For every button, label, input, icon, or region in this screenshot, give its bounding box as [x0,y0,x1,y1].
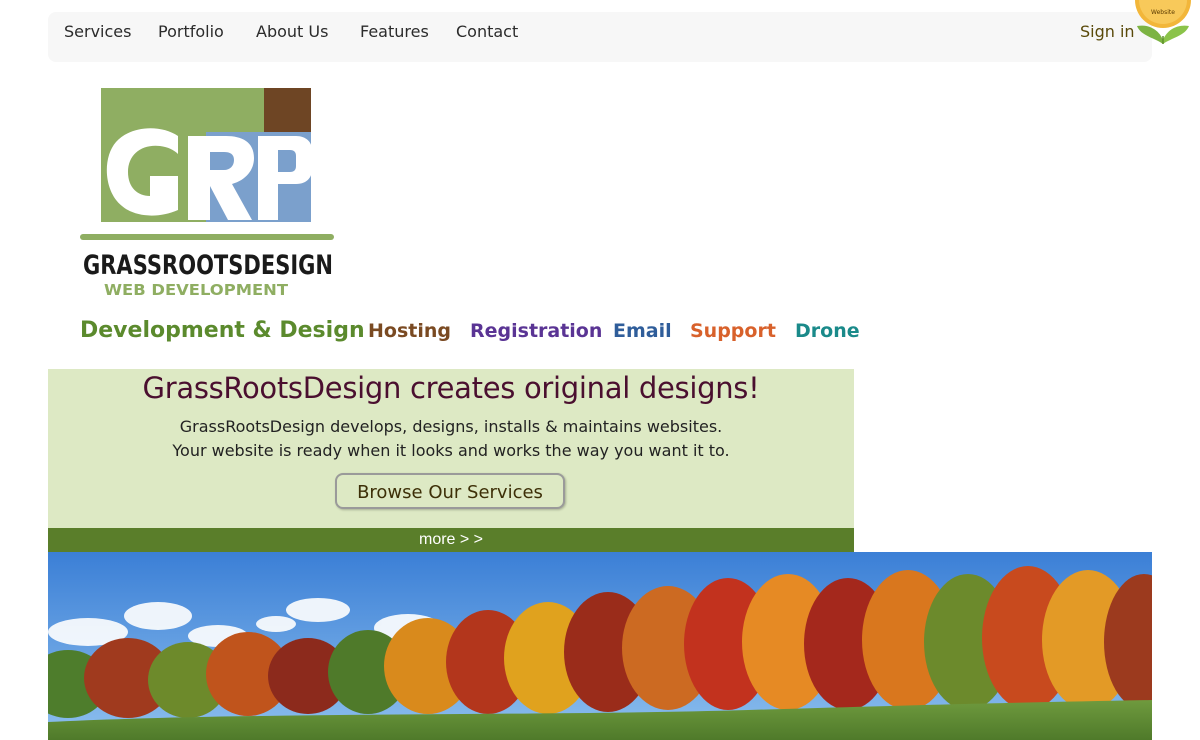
site-logo[interactable]: GRASSROOTSDESIGN WEB DEVELOPMENT [78,84,338,300]
hero-line-1: GrassRootsDesign develops, designs, inst… [179,417,723,436]
nav-portfolio[interactable]: Portfolio [158,12,224,62]
grd-logo-mark: GRASSROOTSDESIGN WEB DEVELOPMENT [80,88,334,299]
hero-title: GrassRootsDesign creates original design… [142,371,760,405]
hero-banner: GrassRootsDesign creates original design… [48,369,854,528]
eco-website-badge-icon: Website [1135,0,1191,44]
badge-label: Website [1151,9,1175,16]
category-drone[interactable]: Drone [795,320,860,342]
nav-contact[interactable]: Contact [456,12,518,62]
category-email[interactable]: Email [613,320,672,342]
sign-in-link[interactable]: Sign in [1080,12,1135,62]
more-link[interactable]: more > > [48,528,854,552]
category-development-design[interactable]: Development & Design [80,318,365,343]
logo-name: GRASSROOTSDESIGN [83,250,333,281]
hero-line-2: Your website is ready when it looks and … [172,441,730,460]
category-registration[interactable]: Registration [470,320,602,342]
nav-services[interactable]: Services [64,12,131,62]
autumn-landscape-photo [48,552,1152,740]
logo-tagline: WEB DEVELOPMENT [104,281,289,299]
nav-features[interactable]: Features [360,12,429,62]
category-support[interactable]: Support [690,320,776,342]
category-hosting[interactable]: Hosting [368,320,451,342]
browse-services-button[interactable]: Browse Our Services [335,473,565,509]
top-nav: Services Portfolio About Us Features Con… [48,12,1152,62]
nav-about-us[interactable]: About Us [256,12,328,62]
